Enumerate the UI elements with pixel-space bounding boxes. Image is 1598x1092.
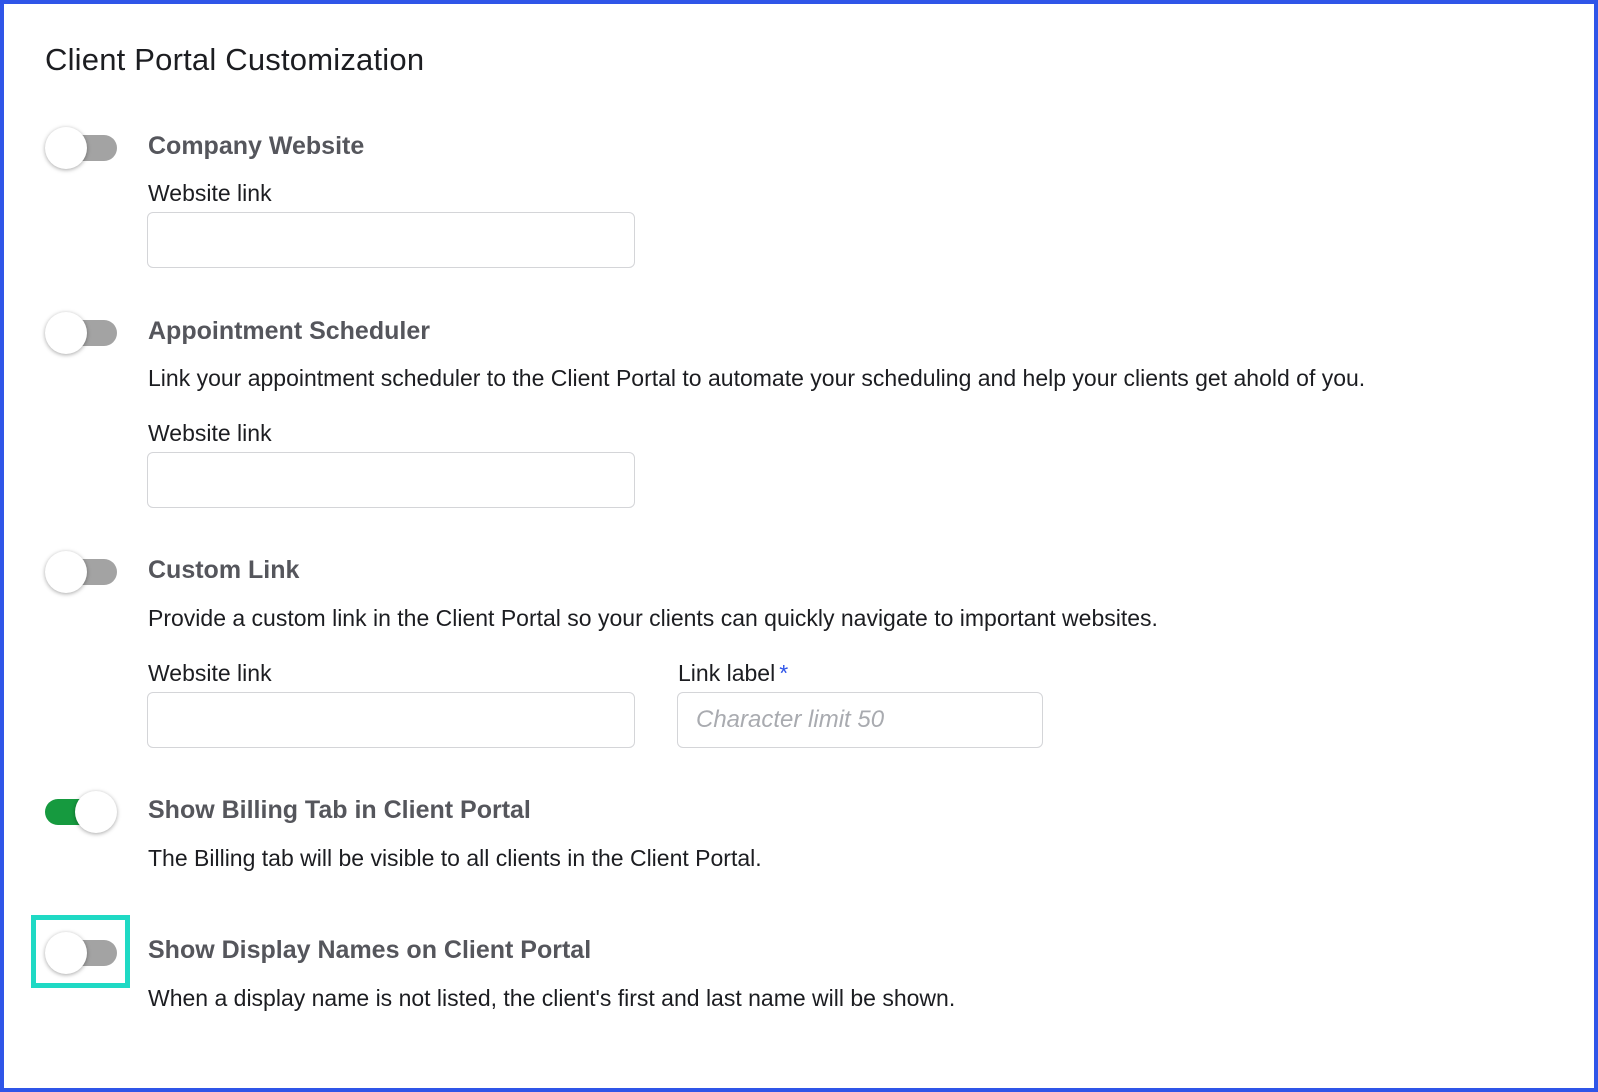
billing-tab-toggle[interactable] xyxy=(45,791,117,833)
appointment-scheduler-description: Link your appointment scheduler to the C… xyxy=(148,365,1366,391)
company-website-link-label: Website link xyxy=(148,180,272,206)
display-names-toggle[interactable] xyxy=(45,932,117,974)
custom-link-title: Custom Link xyxy=(148,556,300,584)
appointment-scheduler-link-label: Website link xyxy=(148,420,272,446)
billing-tab-title: Show Billing Tab in Client Portal xyxy=(148,796,531,824)
custom-link-description: Provide a custom link in the Client Port… xyxy=(148,605,1158,631)
billing-tab-description: The Billing tab will be visible to all c… xyxy=(148,845,762,871)
company-website-toggle[interactable] xyxy=(45,127,117,169)
link-label-label: Link label * xyxy=(678,660,788,687)
page-title: Client Portal Customization xyxy=(45,42,425,77)
appointment-scheduler-toggle[interactable] xyxy=(45,312,117,354)
toggle-knob xyxy=(75,791,117,833)
toggle-knob xyxy=(45,551,87,593)
custom-link-website-label: Website link xyxy=(148,660,272,686)
display-names-description: When a display name is not listed, the c… xyxy=(148,985,956,1011)
settings-panel: Client Portal Customization Company Webs… xyxy=(0,0,1598,1092)
toggle-knob xyxy=(45,312,87,354)
link-label-text: Link label xyxy=(678,660,776,686)
required-asterisk: * xyxy=(779,660,789,686)
link-label-input[interactable] xyxy=(677,692,1043,748)
toggle-knob xyxy=(45,127,87,169)
toggle-knob xyxy=(45,932,87,974)
custom-link-website-input[interactable] xyxy=(147,692,635,748)
company-website-title: Company Website xyxy=(148,132,365,160)
company-website-link-input[interactable] xyxy=(147,212,635,268)
appointment-scheduler-link-input[interactable] xyxy=(147,452,635,508)
custom-link-toggle[interactable] xyxy=(45,551,117,593)
display-names-title: Show Display Names on Client Portal xyxy=(148,936,592,964)
appointment-scheduler-title: Appointment Scheduler xyxy=(148,317,430,345)
